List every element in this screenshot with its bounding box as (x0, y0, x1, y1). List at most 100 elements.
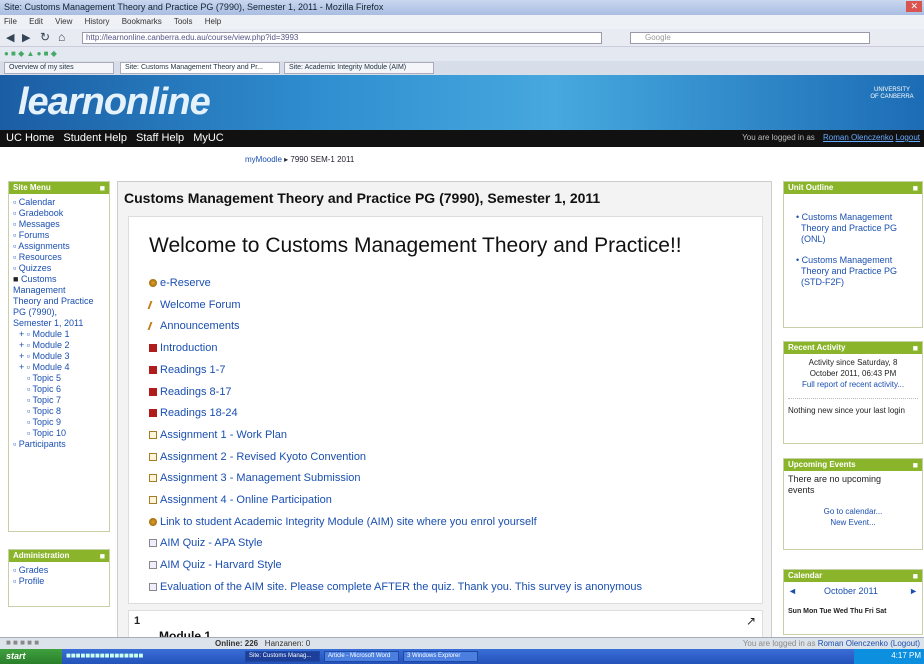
resource-item[interactable]: Welcome Forum (147, 299, 240, 311)
nav-staff-help[interactable]: Staff Help (136, 132, 184, 144)
resource-item[interactable]: Announcements (147, 320, 240, 332)
admin-grades[interactable]: ▫ Grades (13, 565, 105, 576)
resource-item[interactable]: Evaluation of the AIM site. Please compl… (149, 581, 642, 593)
menu-gradebook[interactable]: ▫ Gradebook (13, 208, 105, 219)
menu-topic-5[interactable]: ▫ Topic 5 (13, 373, 105, 384)
resource-link[interactable]: Assignment 1 - Work Plan (160, 429, 287, 441)
resource-item[interactable]: Assignment 2 - Revised Kyoto Convention (149, 451, 366, 463)
collapse-icon[interactable]: ■ (913, 459, 918, 471)
address-bar[interactable]: http://learnonline.canberra.edu.au/cours… (82, 32, 602, 44)
menu-help[interactable]: Help (205, 17, 221, 26)
menu-course[interactable]: ■ Customs Management Theory and Practice… (13, 274, 105, 329)
menu-quizzes[interactable]: ▫ Quizzes (13, 263, 105, 274)
resource-item[interactable]: Link to student Academic Integrity Modul… (149, 516, 537, 528)
start-button[interactable]: start (0, 649, 62, 664)
resource-link[interactable]: Assignment 4 - Online Participation (160, 494, 332, 506)
collapse-icon[interactable]: ■ (100, 550, 105, 562)
menu-topic-8[interactable]: ▫ Topic 8 (13, 406, 105, 417)
resource-item[interactable]: Assignment 3 - Management Submission (149, 472, 361, 484)
resource-item[interactable]: AIM Quiz - APA Style (149, 537, 263, 549)
menu-resources[interactable]: ▫ Resources (13, 252, 105, 263)
expand-section-icon[interactable]: ↗ (746, 614, 756, 628)
admin-profile[interactable]: ▫ Profile (13, 576, 105, 587)
forward-icon[interactable]: ▶ (22, 31, 30, 44)
status-user-link[interactable]: Roman Olenczenko (818, 639, 888, 648)
next-month-icon[interactable]: ► (909, 586, 918, 597)
back-icon[interactable]: ◀ (6, 31, 14, 44)
resource-link[interactable]: Link to student Academic Integrity Modul… (160, 516, 537, 528)
menu-module-4[interactable]: + ▫ Module 4 (13, 362, 105, 373)
resource-item[interactable]: Assignment 4 - Online Participation (149, 494, 332, 506)
menu-topic-9[interactable]: ▫ Topic 9 (13, 417, 105, 428)
status-logout-link[interactable]: (Logout) (890, 639, 920, 648)
menu-module-1[interactable]: + ▫ Module 1 (13, 329, 105, 340)
go-to-calendar-link[interactable]: Go to calendar... (788, 506, 918, 517)
resource-item[interactable]: Introduction (149, 342, 217, 354)
logout-link[interactable]: Logout (896, 133, 920, 142)
task-word[interactable]: Article - Microsoft Word (324, 651, 399, 662)
learnonline-logo[interactable]: learnonline (18, 81, 211, 124)
menu-history[interactable]: History (85, 17, 110, 26)
status-bar: ■ ■ ■ ■ ■ Online: 226 Hanzanen: 0 You ar… (0, 637, 924, 649)
tab-overview[interactable]: Overview of my sites (4, 62, 114, 74)
unit-outline-std-f2f[interactable]: • Customs Management Theory and Practice… (788, 255, 918, 288)
collapse-icon[interactable]: ■ (100, 182, 105, 194)
menu-messages[interactable]: ▫ Messages (13, 219, 105, 230)
collapse-icon[interactable]: ■ (913, 342, 918, 354)
menu-topic-6[interactable]: ▫ Topic 6 (13, 384, 105, 395)
system-tray: 4:17 PM (854, 649, 924, 664)
tab-customs-site[interactable]: Site: Customs Management Theory and Pr..… (120, 62, 280, 74)
resource-link[interactable]: Announcements (160, 320, 240, 332)
resource-item[interactable]: AIM Quiz - Harvard Style (149, 559, 282, 571)
collapse-icon[interactable]: ■ (913, 570, 918, 582)
resource-link[interactable]: Readings 8-17 (160, 386, 232, 398)
full-report-link[interactable]: Full report of recent activity... (788, 379, 918, 390)
menu-tools[interactable]: Tools (174, 17, 193, 26)
menu-edit[interactable]: Edit (29, 17, 43, 26)
collapse-icon[interactable]: ■ (913, 182, 918, 194)
resource-link[interactable]: Evaluation of the AIM site. Please compl… (160, 581, 642, 593)
quicklaunch-icons[interactable]: ■■■■■■■■■■■■■■■■ (66, 651, 143, 660)
unit-outline-onl[interactable]: • Customs Management Theory and Practice… (788, 212, 918, 245)
menu-module-3[interactable]: + ▫ Module 3 (13, 351, 105, 362)
home-icon[interactable]: ⌂ (58, 30, 65, 44)
menu-view[interactable]: View (55, 17, 72, 26)
menu-bookmarks[interactable]: Bookmarks (122, 17, 162, 26)
prev-month-icon[interactable]: ◄ (788, 586, 797, 597)
task-explorer[interactable]: 3 Windows Explorer (403, 651, 478, 662)
menu-topic-7[interactable]: ▫ Topic 7 (13, 395, 105, 406)
menu-topic-10[interactable]: ▫ Topic 10 (13, 428, 105, 439)
resource-link[interactable]: AIM Quiz - Harvard Style (160, 559, 282, 571)
nav-myuc[interactable]: MyUC (193, 132, 224, 144)
resource-link[interactable]: e-Reserve (160, 277, 211, 289)
resource-item[interactable]: Readings 1-7 (149, 364, 225, 376)
calendar-month[interactable]: October 2011 (824, 586, 878, 597)
task-firefox[interactable]: Site: Customs Manag... (245, 651, 320, 662)
login-user-link[interactable]: Roman Olenczenko (823, 133, 893, 142)
menu-assignments[interactable]: ▫ Assignments (13, 241, 105, 252)
search-input[interactable]: Google (630, 32, 870, 44)
reload-icon[interactable]: ↻ (40, 30, 50, 44)
nav-uc-home[interactable]: UC Home (6, 132, 54, 144)
resource-item[interactable]: Readings 8-17 (149, 386, 232, 398)
tab-aim-site[interactable]: Site: Academic Integrity Module (AIM) (284, 62, 434, 74)
resource-link[interactable]: Assignment 3 - Management Submission (160, 472, 361, 484)
resource-item[interactable]: Assignment 1 - Work Plan (149, 429, 287, 441)
resource-link[interactable]: Readings 1-7 (160, 364, 225, 376)
nav-student-help[interactable]: Student Help (63, 132, 127, 144)
resource-item[interactable]: Readings 18-24 (149, 407, 238, 419)
menu-participants[interactable]: ▫ Participants (13, 439, 105, 450)
menu-calendar[interactable]: ▫ Calendar (13, 197, 105, 208)
resource-link[interactable]: Introduction (160, 342, 217, 354)
resource-link[interactable]: Readings 18-24 (160, 407, 238, 419)
new-event-link[interactable]: New Event... (788, 517, 918, 528)
breadcrumb-home[interactable]: myMoodle (245, 155, 282, 164)
resource-item[interactable]: e-Reserve (149, 277, 211, 289)
menu-module-2[interactable]: + ▫ Module 2 (13, 340, 105, 351)
menu-forums[interactable]: ▫ Forums (13, 230, 105, 241)
menu-file[interactable]: File (4, 17, 17, 26)
resource-link[interactable]: AIM Quiz - APA Style (160, 537, 263, 549)
resource-link[interactable]: Welcome Forum (160, 299, 240, 311)
close-window-button[interactable]: ✕ (906, 1, 922, 12)
resource-link[interactable]: Assignment 2 - Revised Kyoto Convention (160, 451, 366, 463)
